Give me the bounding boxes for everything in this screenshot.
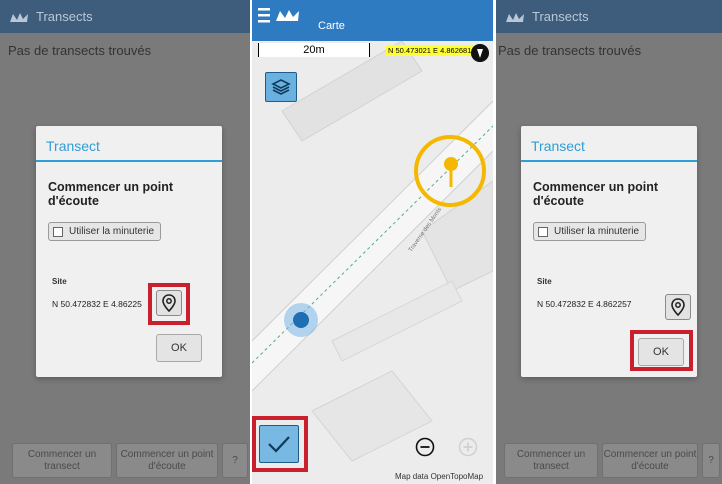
site-coordinates: N 50.472832 E 4.86225 [52, 299, 142, 309]
zoom-in-icon[interactable] [458, 437, 478, 457]
site-label: Site [537, 277, 552, 286]
location-dot [293, 312, 309, 328]
menu-icon[interactable] [258, 6, 310, 28]
dialog-title: Transect [36, 126, 222, 162]
map-screen: Carte 20m N 50.473021 E 4.862681 Travers… [252, 0, 493, 484]
transect-dialog: Transect Commencer un point d'écoute Uti… [36, 126, 222, 377]
dialog-heading: Commencer un point d'écoute [48, 180, 174, 208]
app-title: Transects [532, 9, 589, 24]
site-label: Site [52, 277, 67, 286]
locate-button[interactable] [665, 294, 691, 320]
app-bar: Transects [496, 0, 722, 33]
timer-label: Utiliser la minuterie [69, 226, 155, 237]
ok-button[interactable]: OK [156, 334, 202, 362]
layers-icon [271, 79, 291, 95]
start-transect-button[interactable]: Commencer un transect [504, 443, 598, 478]
right-screen: Transects Pas de transects trouvés Trans… [496, 0, 722, 484]
zoom-out-icon[interactable] [415, 437, 435, 457]
start-point-button[interactable]: Commencer un point d'écoute [116, 443, 218, 478]
highlight-box [148, 283, 190, 325]
app-title: Transects [36, 9, 93, 24]
start-point-button[interactable]: Commencer un point d'écoute [602, 443, 698, 478]
scale-bar: 20m [258, 43, 370, 57]
transect-dialog: Transect Commencer un point d'écoute Uti… [521, 126, 697, 377]
app-bar: Transects [0, 0, 250, 33]
empty-message: Pas de transects trouvés [8, 43, 152, 58]
cloud-logo-icon [506, 12, 524, 22]
timer-checkbox[interactable]: Utiliser la minuterie [533, 222, 647, 241]
checkbox-icon [53, 226, 63, 237]
help-button[interactable]: ? [702, 443, 720, 478]
highlight-box [252, 416, 308, 472]
dialog-title: Transect [521, 126, 697, 162]
cloud-logo-icon [10, 12, 28, 22]
left-screen: Transects Pas de transects trouvés Trans… [0, 0, 250, 484]
start-transect-button[interactable]: Commencer un transect [12, 443, 112, 478]
empty-message: Pas de transects trouvés [498, 43, 642, 58]
compass-icon[interactable] [471, 44, 489, 62]
map-pin-icon [671, 298, 685, 316]
help-button[interactable]: ? [222, 443, 248, 478]
map-app-bar: Carte [252, 0, 493, 41]
highlight-box [630, 330, 693, 371]
map-title: Carte [318, 20, 345, 32]
dialog-heading: Commencer un point d'écoute [533, 180, 659, 208]
checkbox-icon [538, 226, 548, 237]
map-attribution[interactable]: Map data OpenTopoMap [395, 472, 483, 481]
timer-checkbox[interactable]: Utiliser la minuterie [48, 222, 162, 241]
site-coordinates: N 50.472832 E 4.862257 [537, 299, 632, 309]
timer-label: Utiliser la minuterie [554, 226, 640, 237]
coordinates-readout: N 50.473021 E 4.862681 [386, 45, 474, 56]
layers-button[interactable] [265, 72, 297, 102]
